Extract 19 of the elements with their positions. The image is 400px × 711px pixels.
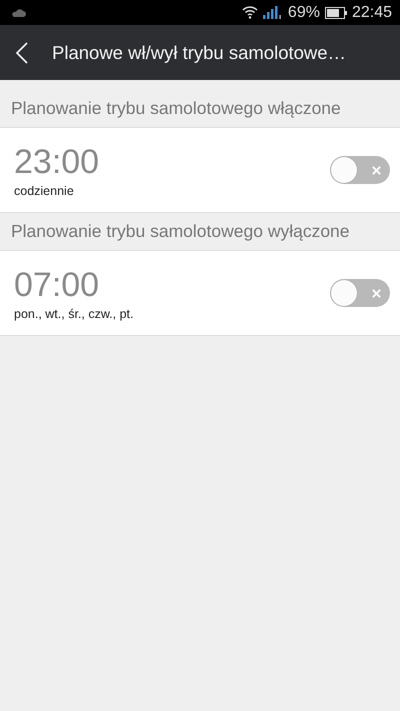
battery-percent: 69% xyxy=(288,4,320,22)
section-heading: Planowanie trybu samolotowego włączone xyxy=(11,98,341,119)
cross-icon xyxy=(371,164,382,176)
repeat-days: pon., wt., śr., czw., pt. xyxy=(14,307,134,321)
battery-icon xyxy=(324,6,347,18)
wifi-icon xyxy=(242,6,258,19)
screen-title: Planowe wł/wył trybu samolotowe… xyxy=(52,42,346,64)
clock-time: 22:45 xyxy=(352,4,392,22)
weather-icon xyxy=(12,8,26,18)
toggle-switch[interactable] xyxy=(330,156,390,184)
schedule-row[interactable]: 23:00 codziennie xyxy=(0,128,400,213)
cross-icon xyxy=(371,288,382,298)
repeat-days: codziennie xyxy=(14,184,100,198)
signal-icon xyxy=(262,6,283,19)
schedule-time: 07:00 xyxy=(14,265,100,305)
schedule-time: 23:00 xyxy=(14,142,100,182)
toggle-switch[interactable] xyxy=(330,279,390,307)
section-heading: Planowanie trybu samolotowego wyłączone xyxy=(11,221,350,242)
schedule-row[interactable]: 07:00 pon., wt., śr., czw., pt. xyxy=(0,251,400,336)
